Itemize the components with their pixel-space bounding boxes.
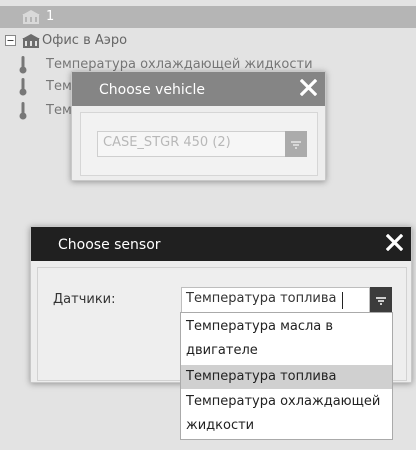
thermometer-icon <box>19 102 27 124</box>
choose-vehicle-dialog: Choose vehicle CASE_STGR 450 (2) <box>71 71 326 181</box>
sensor-select[interactable]: Температура топлива <box>181 287 392 313</box>
dropdown-button[interactable] <box>285 131 307 157</box>
sensor-select-value[interactable]: Температура топлива <box>186 291 337 306</box>
dropdown-option[interactable]: Температура масла в двигателе <box>181 315 392 363</box>
tree-row-label: Тем <box>46 103 72 118</box>
option-text: жидкости <box>186 418 255 433</box>
dropdown-button[interactable] <box>370 287 392 313</box>
dialog-header[interactable]: Choose vehicle <box>72 72 325 106</box>
option-text: Температура топлива <box>186 369 337 384</box>
dropdown-option-highlighted[interactable]: Температура топлива <box>181 365 392 389</box>
dialog-title: Choose vehicle <box>99 82 205 98</box>
vehicle-select[interactable]: CASE_STGR 450 (2) <box>97 131 307 157</box>
sensor-dropdown-list: Температура масла в двигателе Температур… <box>180 312 393 440</box>
close-icon[interactable] <box>299 78 318 100</box>
thermometer-icon <box>19 56 27 78</box>
tree-row-office[interactable]: Офис в Аэро <box>0 30 416 52</box>
tree-row-label: 1 <box>46 9 55 24</box>
option-text: двигателе <box>186 343 258 358</box>
tree-row-label: Тем <box>46 79 72 94</box>
thermometer-icon <box>19 78 27 100</box>
dialog-title: Choose sensor <box>58 237 161 253</box>
close-icon[interactable] <box>385 233 404 255</box>
text-cursor <box>342 292 343 309</box>
dialog-body: CASE_STGR 450 (2) <box>80 112 318 176</box>
tree-row-label: Офис в Аэро <box>42 33 128 48</box>
building-icon <box>22 10 40 28</box>
dialog-header[interactable]: Choose sensor <box>31 227 411 261</box>
option-text: Температура охлаждающей <box>186 394 381 409</box>
vehicle-select-value: CASE_STGR 450 (2) <box>103 135 231 150</box>
sensors-field-label: Датчики: <box>53 292 116 307</box>
building-icon <box>22 34 40 52</box>
option-text: Температура масла в <box>186 319 334 334</box>
dropdown-option[interactable]: Температура охлаждающей жидкости <box>181 390 392 438</box>
collapse-toggle-icon[interactable] <box>5 35 16 50</box>
tree-row-label: Температура охлаждающей жидкости <box>46 57 313 72</box>
tree-row-selected[interactable]: 1 <box>0 6 416 28</box>
